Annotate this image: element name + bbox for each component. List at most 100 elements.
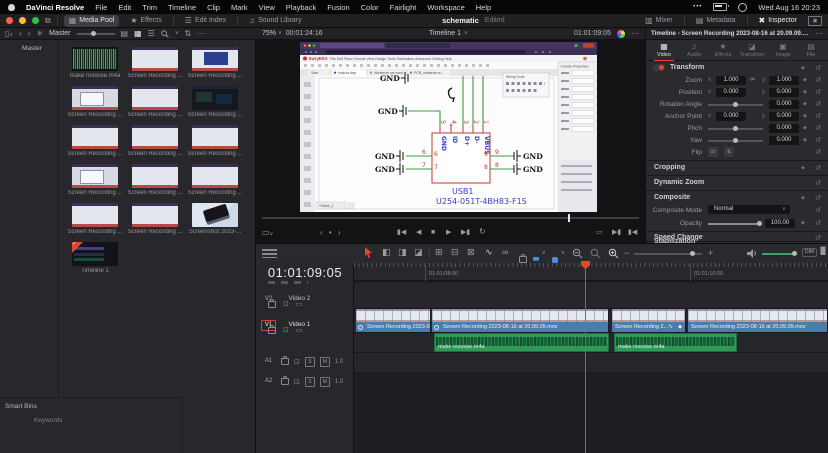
media-clip[interactable]: Screen Recording ... [187, 86, 243, 118]
close-window-button[interactable] [6, 17, 13, 24]
dim-button[interactable]: DIM [802, 248, 817, 257]
aperture-icon[interactable]: ✳ [36, 30, 43, 38]
effects-button[interactable]: ★ Effects [125, 15, 166, 27]
opacity-reset-icon[interactable]: ↺ [815, 219, 821, 227]
menu-playback[interactable]: Playback [286, 3, 316, 12]
viewer-options-icon[interactable]: ··· [631, 30, 639, 38]
anchor-y-input[interactable]: 0.000 [769, 112, 799, 121]
position-reset-icon[interactable]: ↺ [815, 88, 821, 96]
zoom-y-input[interactable]: 1.000 [769, 76, 799, 85]
timeline-clip-video[interactable]: Screen Recording 2023-08-... [356, 309, 431, 332]
menu-fusion[interactable]: Fusion [327, 3, 350, 12]
zoom-x-input[interactable]: 1.000 [716, 76, 746, 85]
audio-monitor-icon[interactable] [746, 248, 757, 259]
opacity-slider[interactable] [708, 223, 760, 225]
a1-mute-button[interactable]: M [320, 357, 330, 367]
zoom-window-button[interactable] [32, 17, 39, 24]
composite-reset-icon[interactable]: ↺ [815, 194, 821, 202]
rotation-reset-icon[interactable]: ↺ [815, 100, 821, 108]
first-frame-button[interactable]: ▮◀ [397, 229, 406, 236]
v1-enable-icon[interactable]: ▭ [296, 326, 303, 334]
pitch-reset-icon[interactable]: ↺ [815, 124, 821, 132]
menu-view[interactable]: View [259, 3, 275, 12]
timeline-clip-video[interactable]: Screen Recording 2023-08-16 at 20.09.09.… [688, 309, 828, 332]
viewer-mode-icon[interactable]: ▭∨ [262, 229, 273, 237]
yaw-input[interactable]: 0.000 [769, 136, 799, 145]
insert-clip-button[interactable]: ⊞ [435, 248, 443, 257]
media-clip[interactable]: Screen Recording ... [127, 164, 183, 196]
media-clip[interactable]: Screen Recording ... [187, 164, 243, 196]
trim-edit-mode-button[interactable]: ◧ [382, 248, 391, 257]
zoom-link-icon[interactable]: ∞ [750, 76, 755, 83]
v2-lock-icon[interactable] [268, 301, 276, 308]
composite-mode-select[interactable]: Normal [708, 205, 790, 214]
inspector-button[interactable]: ✖ Inspector [754, 15, 803, 27]
menu-mark[interactable]: Mark [231, 3, 248, 12]
full-extent-zoom-button[interactable] [572, 248, 583, 259]
search-icon[interactable] [161, 30, 169, 38]
control-center-icon[interactable]: ••• [693, 4, 702, 10]
replace-clip-button[interactable]: ⊠ [467, 248, 475, 257]
stop-button[interactable]: ■ [431, 229, 435, 236]
bin-tree-item-master[interactable]: Master [0, 40, 58, 52]
flag-dropdown-icon[interactable]: ∨ [542, 251, 546, 256]
a2-auto-select-icon[interactable]: ⊡ [294, 378, 300, 386]
media-clip[interactable]: Screen Recording ... [67, 203, 123, 235]
pitch-input[interactable]: 0.000 [769, 124, 799, 133]
thumbnail-size-slider[interactable] [77, 30, 115, 38]
media-clip[interactable]: make noooise.m4a [67, 47, 123, 79]
audio2-lane[interactable] [354, 353, 828, 373]
list-view-icon[interactable]: ☰ [148, 30, 155, 38]
a1-lock-icon[interactable] [281, 358, 289, 365]
position-x-input[interactable]: 0.000 [716, 88, 746, 97]
dynamic-zoom-section-header[interactable]: Dynamic Zoom [654, 179, 704, 186]
bin-list-toggle-icon[interactable]: ▯∨ [5, 30, 13, 38]
flip-vertical-button[interactable]: ⇅ [724, 147, 734, 157]
a2-badge[interactable]: A2 [261, 376, 276, 387]
jog-control[interactable]: ‹ • › [320, 229, 343, 237]
battery-icon[interactable] [713, 3, 727, 11]
search-dropdown-icon[interactable]: ∨ [175, 31, 179, 36]
viewer-scrub-bar[interactable] [262, 217, 639, 219]
tab-effects[interactable]: ★Effects [710, 42, 736, 58]
composite-mode-reset-icon[interactable]: ↺ [815, 206, 821, 214]
mixer-button[interactable]: ▥ Mixer [640, 15, 678, 27]
smart-bins-header[interactable]: Smart Bins [0, 398, 182, 410]
viewer-zoom-dropdown-icon[interactable]: ∨ [278, 31, 282, 36]
dynamic-trim-mode-button[interactable]: ◨ [398, 248, 407, 257]
tab-transition[interactable]: ◪Transition [739, 42, 765, 58]
anchor-reset-icon[interactable]: ↺ [815, 112, 821, 120]
menu-workspace[interactable]: Workspace [427, 3, 464, 12]
media-clip[interactable]: Screen Recording ... [127, 47, 183, 79]
timeline-ruler[interactable]: 01:01:08:00 01:01:10:00 [354, 263, 828, 281]
rotation-input[interactable]: 0.000 [769, 100, 799, 109]
tab-image[interactable]: ▣Image [770, 42, 796, 58]
media-clip-timeline[interactable]: ✓ Timeline 1 [67, 242, 123, 274]
match-frame-button[interactable]: ▶▮ [612, 229, 621, 236]
media-clip[interactable]: Screen Recording ... [187, 47, 243, 79]
timeline-height-icon[interactable]: ▐▌ [818, 248, 828, 255]
sort-icon[interactable]: ⇅ [185, 30, 192, 38]
opacity-input[interactable]: 100.00 [765, 219, 795, 228]
a2-lock-icon[interactable] [281, 378, 289, 385]
transform-reset-icon[interactable]: ↺ [815, 64, 821, 72]
viewer-playhead-tick[interactable] [568, 214, 570, 222]
v1-lock-icon[interactable] [268, 327, 276, 334]
link-clips-button[interactable]: ∞ [502, 248, 508, 257]
composite-section-header[interactable]: Composite [654, 194, 690, 201]
anchor-x-input[interactable]: 0.000 [716, 112, 746, 121]
marker-dropdown-icon[interactable]: ∨ [561, 251, 565, 256]
metadata-button[interactable]: ▤ Metadata [691, 15, 741, 27]
apple-menu-icon[interactable] [8, 4, 15, 11]
a1-solo-button[interactable]: S [305, 357, 315, 367]
menu-help[interactable]: Help [476, 3, 491, 12]
timeline-selector[interactable]: Timeline 1 [429, 30, 461, 37]
sound-library-button[interactable]: ♫ Sound Library [244, 15, 307, 27]
flip-reset-icon[interactable]: ↺ [815, 148, 821, 156]
overwrite-clip-button[interactable]: ⊟ [451, 248, 459, 257]
page-layout-icon[interactable]: ▣ [808, 16, 822, 26]
menu-edit[interactable]: Edit [118, 3, 131, 12]
video2-lane[interactable] [354, 283, 828, 309]
timeline-view-options-icon[interactable] [262, 249, 277, 258]
forward-icon[interactable]: › [28, 30, 31, 38]
